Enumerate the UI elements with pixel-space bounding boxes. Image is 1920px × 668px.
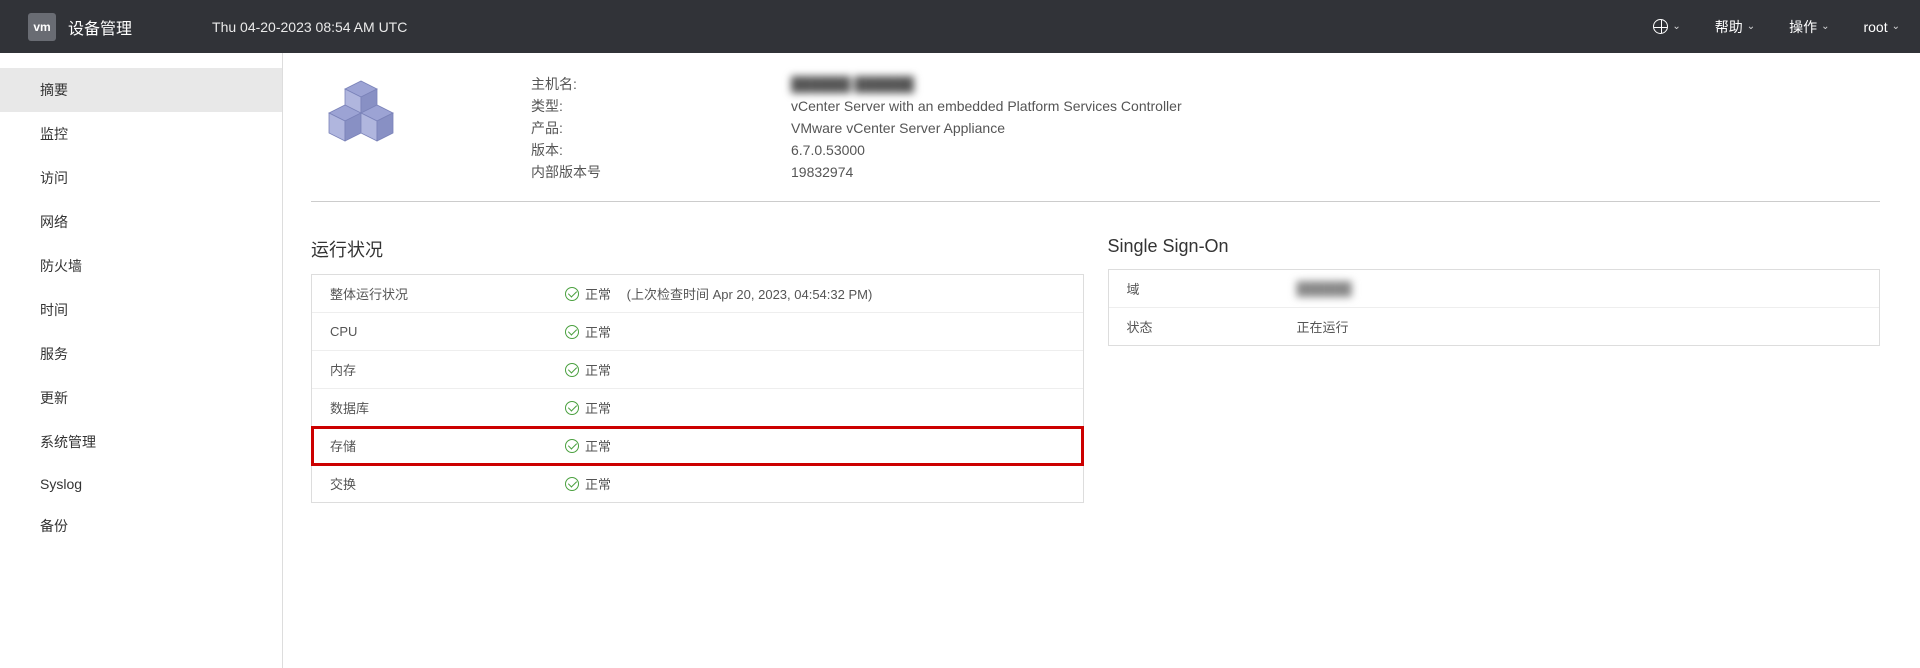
actions-menu[interactable]: 操作⌄ [1789,17,1829,37]
sso-row-domain: 域 ██████ [1109,270,1880,308]
appliance-icon [321,73,401,153]
sidebar-item-summary[interactable]: 摘要 [0,68,282,112]
label-type: 类型: [531,95,791,117]
sso-title: Single Sign-On [1108,236,1881,257]
health-row-database: 数据库 正常 [312,389,1083,427]
check-icon [565,287,579,301]
value-hostname: ██████ ██████ [791,73,1182,95]
topbar: vm 设备管理 Thu 04-20-2023 08:54 AM UTC ⌄ 帮助… [0,0,1920,53]
chevron-down-icon: ⌄ [1892,21,1900,32]
sidebar: 摘要 监控 访问 网络 防火墙 时间 服务 更新 系统管理 Syslog 备份 [0,53,283,668]
sidebar-item-update[interactable]: 更新 [0,376,282,420]
check-icon [565,401,579,415]
health-row-memory: 内存 正常 [312,351,1083,389]
chevron-down-icon: ⌄ [1672,21,1680,32]
health-panel: 运行状况 整体运行状况 正常 (上次检查时间 Apr 20, 2023, 04:… [311,236,1084,503]
label-product: 产品: [531,117,791,139]
value-product: VMware vCenter Server Appliance [791,117,1182,139]
value-type: vCenter Server with an embedded Platform… [791,95,1182,117]
sidebar-item-syslog[interactable]: Syslog [0,464,282,504]
sidebar-item-access[interactable]: 访问 [0,156,282,200]
sidebar-item-backup[interactable]: 备份 [0,504,282,548]
health-row-storage: 存储 正常 [312,427,1083,465]
sidebar-item-services[interactable]: 服务 [0,332,282,376]
check-icon [565,363,579,377]
chevron-down-icon: ⌄ [1821,21,1829,32]
value-version: 6.7.0.53000 [791,139,1182,161]
sidebar-item-monitor[interactable]: 监控 [0,112,282,156]
language-menu[interactable]: ⌄ [1653,19,1680,34]
sidebar-item-administration[interactable]: 系统管理 [0,420,282,464]
health-row-swap: 交换 正常 [312,465,1083,502]
globe-icon [1653,19,1668,34]
sidebar-item-networking[interactable]: 网络 [0,200,282,244]
sidebar-item-time[interactable]: 时间 [0,288,282,332]
value-build: 19832974 [791,161,1182,183]
sidebar-item-firewall[interactable]: 防火墙 [0,244,282,288]
timestamp: Thu 04-20-2023 08:54 AM UTC [212,19,407,35]
sso-row-state: 状态 正在运行 [1109,308,1880,345]
label-version: 版本: [531,139,791,161]
health-row-cpu: CPU 正常 [312,313,1083,351]
help-menu[interactable]: 帮助⌄ [1715,17,1755,37]
summary-values: ██████ ██████ vCenter Server with an emb… [791,73,1182,183]
summary-labels: 主机名: 类型: 产品: 版本: 内部版本号 [531,73,791,183]
vmware-logo: vm [28,13,56,41]
main-content: 主机名: 类型: 产品: 版本: 内部版本号 ██████ ██████ vCe… [283,53,1920,668]
label-build: 内部版本号 [531,161,791,183]
sso-panel: Single Sign-On 域 ██████ 状态 正在运行 [1108,236,1881,503]
health-row-overall: 整体运行状况 正常 (上次检查时间 Apr 20, 2023, 04:54:32… [312,275,1083,313]
summary-header: 主机名: 类型: 产品: 版本: 内部版本号 ██████ ██████ vCe… [311,73,1880,202]
user-menu[interactable]: root⌄ [1863,19,1900,35]
health-title: 运行状况 [311,236,1084,262]
check-icon [565,325,579,339]
app-title: 设备管理 [68,15,132,39]
label-hostname: 主机名: [531,73,791,95]
check-icon [565,477,579,491]
check-icon [565,439,579,453]
chevron-down-icon: ⌄ [1747,21,1755,32]
